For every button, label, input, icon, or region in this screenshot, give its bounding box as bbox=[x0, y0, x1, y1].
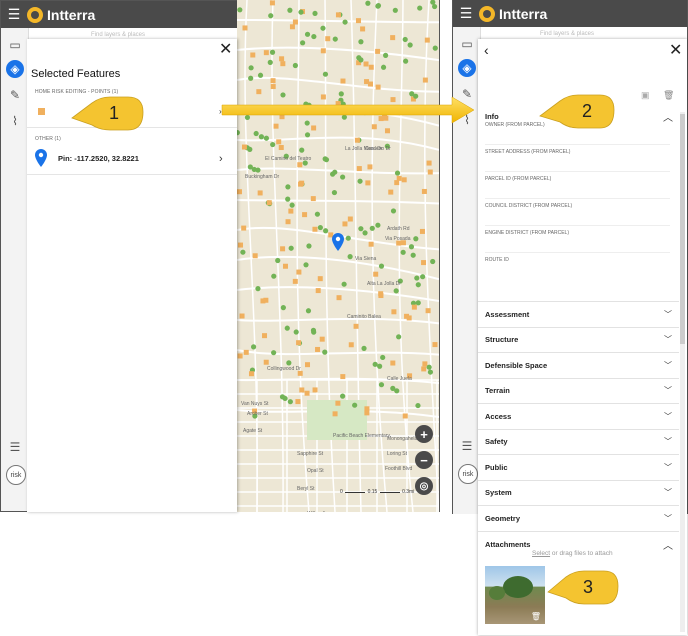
callout-1: 1 bbox=[109, 103, 120, 123]
callout-3: 3 bbox=[583, 577, 594, 597]
annotation-overlay bbox=[71, 94, 619, 605]
callout-2: 2 bbox=[582, 101, 593, 121]
